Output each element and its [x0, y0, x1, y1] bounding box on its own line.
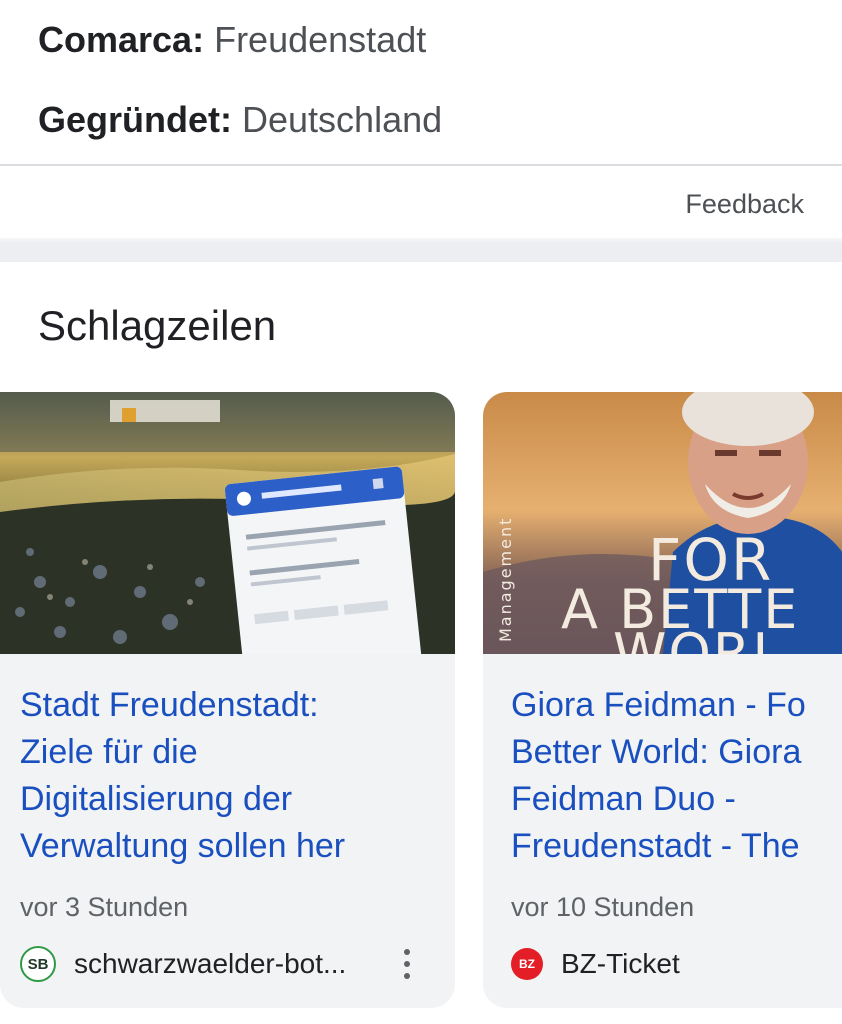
fact-comarca: Comarca: Freudenstadt	[38, 18, 426, 62]
section-title: Schlagzeilen	[38, 302, 277, 349]
headline-line: Verwaltung sollen her	[20, 827, 346, 865]
news-thumbnail	[0, 392, 455, 654]
headline-line: Digitalisierung der	[20, 780, 293, 818]
knowledge-facts: Comarca: Freudenstadt Gegründet: Deutsch…	[0, 0, 842, 166]
fact-value[interactable]: Freudenstadt	[214, 19, 426, 60]
fact-key: Comarca:	[38, 19, 205, 60]
headline-line: Better World: Giora	[511, 733, 802, 771]
headline-line: Giora Feidman - Fo	[511, 686, 806, 724]
headline-line: Stadt Freudenstadt:	[20, 686, 319, 724]
news-source: SB schwarzwaelder-bot...	[20, 944, 346, 984]
fact-key: Gegründet:	[38, 99, 232, 140]
news-card[interactable]: Management FOR A BETTE WORL Giora Feidma…	[483, 392, 842, 1008]
divider	[0, 164, 842, 166]
headline-line: Freudenstadt - The	[511, 827, 800, 865]
fact-gegruendet: Gegründet: Deutschland	[38, 98, 442, 142]
source-name: schwarzwaelder-bot...	[74, 948, 347, 979]
source-logo-icon: SB	[20, 946, 56, 982]
news-card[interactable]: Stadt Freudenstadt: Ziele für die Digita…	[0, 392, 455, 1008]
news-thumbnail: Management FOR A BETTE WORL	[483, 392, 842, 654]
news-headline[interactable]: Stadt Freudenstadt: Ziele für die Digita…	[20, 682, 345, 870]
image-text-line: WORL	[613, 622, 785, 654]
fact-value[interactable]: Deutschland	[242, 99, 442, 140]
source-logo-icon: BZ	[511, 948, 543, 980]
news-source: BZ BZ-Ticket	[511, 944, 680, 984]
source-name: BZ-Ticket	[561, 948, 680, 979]
news-headline[interactable]: Giora Feidman - Fo Better World: Giora F…	[511, 682, 806, 870]
feedback-link[interactable]: Feedback	[685, 186, 804, 222]
news-time: vor 10 Stunden	[511, 892, 695, 922]
news-time: vor 3 Stunden	[20, 892, 189, 922]
image-side-text: Management	[496, 517, 515, 642]
more-options-icon[interactable]	[397, 944, 417, 984]
headline-line: Ziele für die	[20, 733, 198, 771]
section-separator	[0, 242, 842, 262]
headline-line: Feidman Duo -	[511, 780, 736, 818]
